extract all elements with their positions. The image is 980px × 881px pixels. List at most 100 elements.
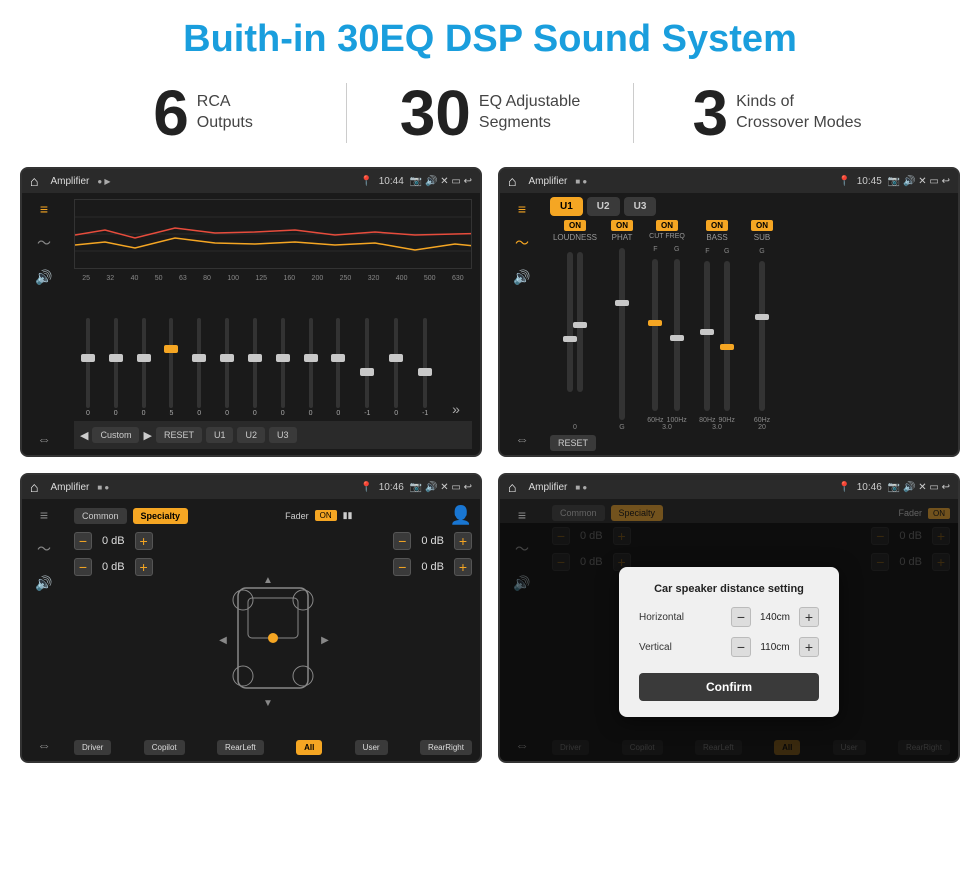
eq-track-5[interactable] <box>197 318 201 408</box>
home-icon-dialog[interactable]: ⌂ <box>508 479 516 495</box>
svg-text:▶: ▶ <box>321 635 329 646</box>
vertical-minus[interactable]: − <box>731 637 751 657</box>
eq-track-2[interactable] <box>114 318 118 408</box>
dialog-box: Car speaker distance setting Horizontal … <box>619 567 839 717</box>
fader-plus-fl[interactable]: + <box>135 532 153 550</box>
fader-icon-wave[interactable]: 〜 <box>37 539 51 559</box>
stat-text-rca-2: Outputs <box>197 113 253 134</box>
cross-icon-sliders[interactable]: ≡ <box>518 201 526 217</box>
eq-slider-6: 0 <box>225 318 229 417</box>
fader-minus-rr[interactable]: − <box>393 558 411 576</box>
fader-level-fl: − 0 dB + <box>74 532 153 550</box>
eq-track-9[interactable] <box>309 318 313 408</box>
eq-play-btn[interactable]: ▶ <box>143 429 151 442</box>
svg-text:▲: ▲ <box>263 575 273 586</box>
fader-val-fr: 0 dB <box>415 535 450 547</box>
eq-sliders: 0 0 0 5 0 <box>74 286 472 421</box>
fader-copilot-btn[interactable]: Copilot <box>144 740 185 755</box>
cross-icon-wave[interactable]: 〜 <box>515 233 529 253</box>
eq-track-3[interactable] <box>142 318 146 408</box>
fader-common-tab[interactable]: Common <box>74 508 127 524</box>
phat-on: ON <box>611 220 633 231</box>
fader-on-row: Fader ON ▮▮ <box>285 510 352 521</box>
fader-bottom: Driver Copilot RearLeft All User RearRig… <box>74 740 472 755</box>
eq-slider-12: 0 <box>394 318 398 417</box>
horizontal-value: 140cm <box>755 612 795 623</box>
horizontal-plus[interactable]: + <box>799 607 819 627</box>
eq-track-10[interactable] <box>336 318 340 408</box>
cross-controls: ON LOUDNESS 0 ON PHAT G <box>550 220 952 431</box>
eq-icon-arrows[interactable]: ⇔ <box>37 431 51 447</box>
dialog-topbar-title: Amplifier <box>528 482 567 493</box>
fader-minus-fr[interactable]: − <box>393 532 411 550</box>
eq-u1-btn[interactable]: U1 <box>206 427 234 443</box>
fader-levels-right: − 0 dB + − 0 dB + <box>393 532 472 734</box>
cross-reset-btn[interactable]: RESET <box>550 435 596 451</box>
fader-levels-left: − 0 dB + − 0 dB + <box>74 532 153 734</box>
fader-plus-rl[interactable]: + <box>135 558 153 576</box>
fader-plus-rr[interactable]: + <box>454 558 472 576</box>
fader-minus-fl[interactable]: − <box>74 532 92 550</box>
cross-icon-arrows[interactable]: ⇔ <box>515 431 529 447</box>
eq-time: 10:44 <box>379 176 404 187</box>
cross-body: ≡ 〜 🔊 ⇔ U1 U2 U3 ON LOUDNESS <box>500 193 958 455</box>
fader-level-rr: − 0 dB + <box>393 558 472 576</box>
eq-u2-btn[interactable]: U2 <box>237 427 265 443</box>
fader-icon-arrows[interactable]: ⇔ <box>37 737 51 753</box>
eq-slider-expand[interactable]: » <box>452 401 460 417</box>
fader-icon-sliders[interactable]: ≡ <box>40 507 48 523</box>
page-title: Buith-in 30EQ DSP Sound System <box>0 0 980 71</box>
eq-track-7[interactable] <box>253 318 257 408</box>
cross-time: 10:45 <box>857 176 882 187</box>
cross-u3-btn[interactable]: U3 <box>624 197 657 216</box>
fader-main: Common Specialty Fader ON ▮▮ 👤 − 0 dB <box>66 499 480 761</box>
fader-icon-speaker[interactable]: 🔊 <box>35 575 52 592</box>
phat-col: ON PHAT G <box>604 220 640 431</box>
cross-icon-speaker[interactable]: 🔊 <box>513 269 530 286</box>
eq-track-1[interactable] <box>86 318 90 408</box>
home-icon-fader[interactable]: ⌂ <box>30 479 38 495</box>
fader-user-icon[interactable]: 👤 <box>450 505 472 526</box>
eq-preset-btn[interactable]: Custom <box>92 427 139 443</box>
fader-screen-card: ⌂ Amplifier ■ ● 📍 10:46 📷 🔊 ✕ ▭ ↩ ≡ 〜 🔊 … <box>20 473 482 763</box>
eq-track-11[interactable] <box>365 318 369 408</box>
home-icon-cross[interactable]: ⌂ <box>508 173 516 189</box>
fader-minus-rl[interactable]: − <box>74 558 92 576</box>
stat-rca: 6 RCA Outputs <box>60 81 346 145</box>
bass-sliders: F 80Hz G 90Hz <box>699 248 735 424</box>
fader-rearright-btn[interactable]: RearRight <box>420 740 472 755</box>
eq-track-4[interactable] <box>169 318 173 408</box>
vertical-plus[interactable]: + <box>799 637 819 657</box>
sub-sliders: G 60Hz <box>754 248 770 424</box>
eq-slider-11: -1 <box>364 318 370 417</box>
eq-icon-speaker[interactable]: 🔊 <box>35 269 52 286</box>
fader-plus-fr[interactable]: + <box>454 532 472 550</box>
loudness-col: ON LOUDNESS 0 <box>550 220 600 431</box>
eq-track-13[interactable] <box>423 318 427 408</box>
fader-all-btn[interactable]: All <box>296 740 322 755</box>
cross-top: U1 U2 U3 <box>550 197 952 216</box>
eq-icon-wave[interactable]: 〜 <box>37 233 51 253</box>
fader-specialty-tab[interactable]: Specialty <box>133 508 189 524</box>
home-icon[interactable]: ⌂ <box>30 173 38 189</box>
eq-u3-btn[interactable]: U3 <box>269 427 297 443</box>
eq-topbar-title: Amplifier <box>50 176 89 187</box>
cross-u1-btn[interactable]: U1 <box>550 197 583 216</box>
fader-rearleft-btn[interactable]: RearLeft <box>217 740 264 755</box>
eq-prev-btn[interactable]: ◀ <box>80 429 88 442</box>
horizontal-minus[interactable]: − <box>731 607 751 627</box>
eq-reset-btn[interactable]: RESET <box>156 427 202 443</box>
svg-text:◀: ◀ <box>219 635 227 646</box>
dialog-bg: ≡ 〜 🔊 ⇔ Common Specialty Fader ON <box>500 499 958 761</box>
eq-track-12[interactable] <box>394 318 398 408</box>
cross-u2-btn[interactable]: U2 <box>587 197 620 216</box>
eq-body: ≡ 〜 🔊 ⇔ <box>22 193 480 455</box>
dialog-horizontal-row: Horizontal − 140cm + <box>639 607 819 627</box>
eq-track-8[interactable] <box>281 318 285 408</box>
cross-bottom: RESET <box>550 435 952 451</box>
eq-track-6[interactable] <box>225 318 229 408</box>
dialog-confirm-btn[interactable]: Confirm <box>639 673 819 701</box>
eq-icon-sliders[interactable]: ≡ <box>40 201 48 217</box>
fader-user-btn[interactable]: User <box>355 740 388 755</box>
fader-driver-btn[interactable]: Driver <box>74 740 111 755</box>
